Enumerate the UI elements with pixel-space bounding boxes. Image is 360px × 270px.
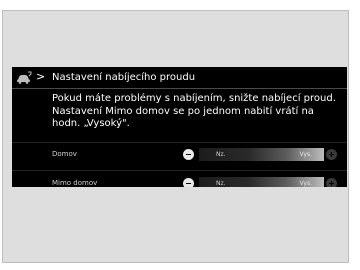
minus-icon[interactable] — [183, 149, 194, 160]
high-label: Vys. — [299, 180, 312, 187]
screen-header: > Nastavení nabíjecího proudu — [12, 67, 347, 89]
setting-label-away: Mimo domov — [52, 179, 98, 187]
current-selector-home[interactable]: Nz. Vys. — [179, 146, 338, 162]
description-text: Pokud máte problémy s nabíjením, snižte … — [52, 93, 336, 129]
plus-icon[interactable] — [326, 178, 337, 187]
divider — [12, 170, 347, 171]
infotainment-screen: > Nastavení nabíjecího proudu Pokud máte… — [12, 67, 347, 187]
page-title: Nastavení nabíjecího proudu — [52, 72, 196, 83]
low-label: Nz. — [216, 180, 226, 187]
chevron-right-icon[interactable]: > — [36, 70, 45, 84]
divider — [12, 142, 347, 143]
high-label: Vys. — [299, 151, 312, 158]
car-charge-icon — [17, 71, 32, 84]
minus-icon[interactable] — [183, 178, 194, 187]
current-selector-away[interactable]: Nz. Vys. — [179, 175, 338, 187]
current-level-track[interactable]: Nz. Vys. — [199, 148, 324, 161]
current-level-track[interactable]: Nz. Vys. — [199, 177, 324, 187]
low-label: Nz. — [216, 151, 226, 158]
plus-icon[interactable] — [326, 149, 337, 160]
setting-label-home: Domov — [52, 150, 77, 158]
